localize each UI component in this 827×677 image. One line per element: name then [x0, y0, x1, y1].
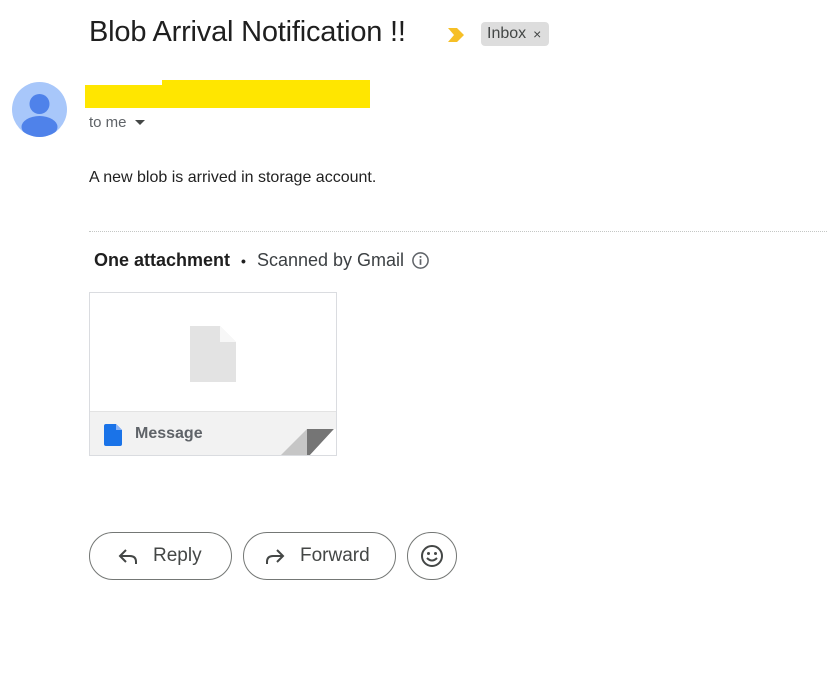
file-preview-icon	[190, 326, 236, 382]
smiley-icon	[421, 545, 443, 567]
redaction-edge	[85, 80, 162, 85]
scanned-by-text: Scanned by Gmail	[256, 250, 405, 270]
attachments-divider	[89, 231, 827, 232]
forward-icon	[266, 549, 285, 564]
reply-button[interactable]: Reply	[89, 532, 232, 580]
emoji-reaction-button[interactable]	[407, 532, 457, 580]
attachments-count: One attachment	[94, 250, 231, 270]
page-curl-corner	[281, 429, 336, 455]
label-text: Inbox	[487, 25, 527, 42]
separator-dot: •	[241, 252, 246, 269]
email-subject: Blob Arrival Notification !!	[89, 16, 406, 48]
forward-label: Forward	[300, 545, 370, 566]
inbox-label-chip[interactable]: Inbox ×	[481, 22, 550, 46]
attachments-header: One attachment • Scanned by Gmail	[94, 250, 430, 271]
forward-button[interactable]: Forward	[243, 532, 396, 580]
email-body: A new blob is arrived in storage account…	[89, 169, 377, 186]
remove-label-icon[interactable]: ×	[533, 26, 541, 42]
reply-label: Reply	[153, 545, 202, 566]
person-icon	[21, 94, 58, 137]
google-doc-icon	[104, 424, 122, 446]
attachment-name: Message	[135, 425, 203, 442]
attachment-card[interactable]: Message	[89, 292, 337, 456]
chevron-down-icon	[134, 120, 145, 125]
sender-avatar[interactable]	[12, 82, 67, 137]
info-icon[interactable]	[411, 251, 430, 270]
recipient-details-toggle[interactable]: to me	[89, 114, 145, 131]
reply-icon	[118, 549, 137, 564]
importance-marker-icon[interactable]	[446, 27, 466, 43]
recipient-text: to me	[89, 114, 127, 131]
